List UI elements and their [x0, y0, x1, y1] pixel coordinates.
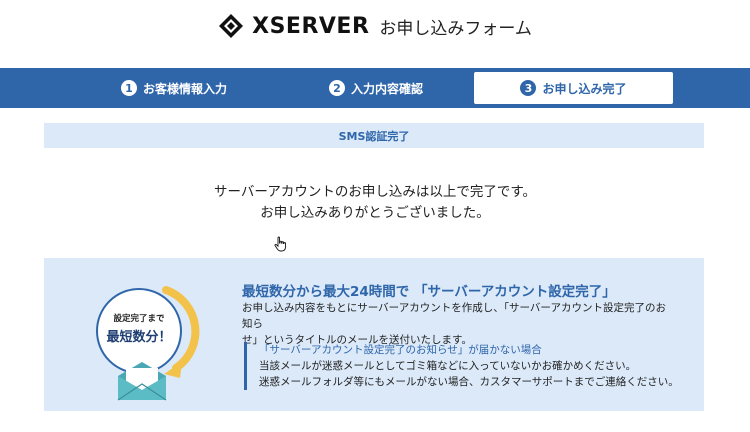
- step-1: 1 お客様情報入力: [76, 72, 272, 104]
- step-2: 2 入力内容確認: [278, 72, 474, 104]
- completion-line-1: サーバーアカウントのお申し込みは以上で完了です。: [214, 184, 536, 200]
- notice-line-1: 当該メールが迷惑メールとしてゴミ箱などに入っていないかお確かめください。: [259, 360, 637, 372]
- setup-badge-illustration: 設定完了まで 最短数分！: [96, 286, 246, 401]
- form-title: お申し込みフォーム: [379, 18, 532, 39]
- step-3-current: 3 お申し込み完了: [474, 72, 673, 104]
- completion-message: サーバーアカウントのお申し込みは以上で完了です。 お申し込みありがとうございまし…: [0, 182, 750, 224]
- sms-status-band: SMS認証完了: [44, 123, 704, 148]
- step-2-number: 2: [328, 80, 345, 96]
- xserver-diamond-logo-icon: [218, 13, 244, 39]
- step-1-label: お客様情報入力: [142, 81, 227, 96]
- info-desc-line-1: お申し込み内容をもとにサーバーアカウントを作成し、「サーバーアカウント設定完了の…: [242, 302, 666, 330]
- step-3-label: お申し込み完了: [542, 81, 627, 96]
- sms-status-text: SMS認証完了: [338, 129, 410, 143]
- brand-name: XSERVER: [252, 13, 370, 39]
- step-3-number: 3: [520, 80, 537, 96]
- email-not-received-notice: 「サーバーアカウント設定完了のお知らせ」が届かない場合 当該メールが迷惑メールと…: [244, 342, 684, 390]
- badge-big-text: 最短数分！: [106, 329, 172, 345]
- info-description: お申し込み内容をもとにサーバーアカウントを作成し、「サーバーアカウント設定完了の…: [242, 300, 670, 348]
- hand-cursor-icon: [274, 236, 286, 252]
- badge-small-text: 設定完了まで: [113, 313, 165, 324]
- notice-line-2: 迷惑メールフォルダ等にもメールがない場合、カスタマーサポートまでご連絡ください。: [259, 376, 679, 388]
- envelope-icon: [117, 362, 167, 401]
- completion-line-2: お申し込みありがとうございました。: [260, 205, 490, 221]
- brand-header: XSERVER お申し込みフォーム: [0, 10, 750, 42]
- setup-info-box: 設定完了まで 最短数分！ 最短数分から最大24時間で 「サーバーアカウント設定完…: [44, 258, 704, 411]
- step-1-number: 1: [120, 80, 137, 96]
- notice-title: 「サーバーアカウント設定完了のお知らせ」が届かない場合: [259, 344, 542, 356]
- step-2-label: 入力内容確認: [350, 81, 423, 96]
- info-title: 最短数分から最大24時間で 「サーバーアカウント設定完了」: [242, 284, 616, 300]
- step-progress-bar: 1 お客様情報入力 2 入力内容確認 3 お申し込み完了: [0, 68, 750, 108]
